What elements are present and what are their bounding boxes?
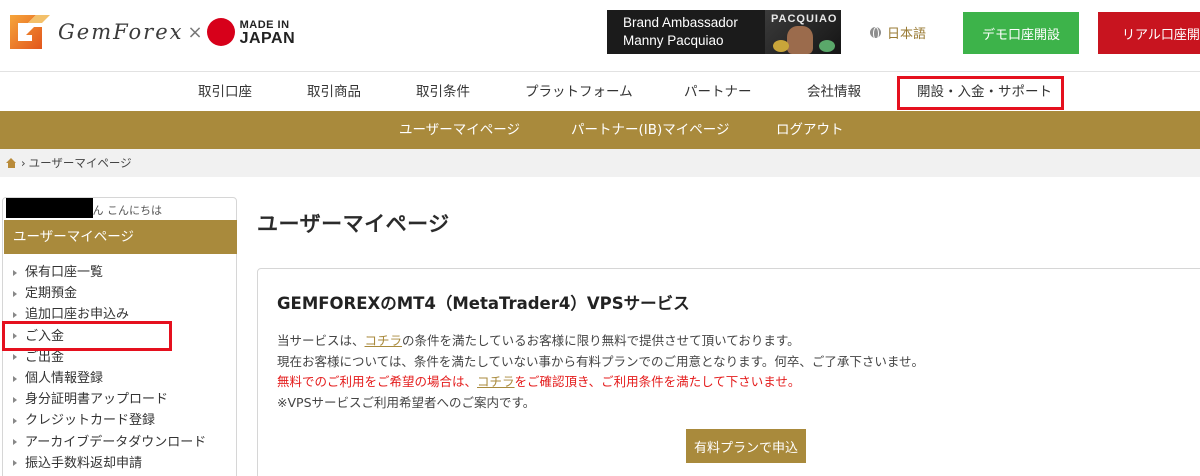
card-line-4: ※VPSサービスご利用希望者へのご案内です。 <box>277 394 536 410</box>
sidebar-item-label: 振込手数料返却申請 <box>25 455 143 471</box>
nav-platform[interactable]: プラットフォーム <box>525 72 633 112</box>
breadcrumb-current: ユーザーマイページ <box>28 156 132 170</box>
caret-right-icon <box>13 396 17 403</box>
ambassador-name: Manny Pacquiao <box>623 33 724 48</box>
demo-account-button[interactable]: デモ口座開設 <box>963 12 1079 54</box>
sidebar-item-archive-download[interactable]: アーカイブデータダウンロード <box>3 432 236 453</box>
nav-trading-products[interactable]: 取引商品 <box>307 72 361 112</box>
sidebar-item-credit-card[interactable]: クレジットカード登録 <box>3 410 236 431</box>
subnav-partner-mypage[interactable]: パートナー(IB)マイページ <box>571 111 730 149</box>
conditions-link-2[interactable]: コチラ <box>477 374 515 389</box>
vps-service-card: GEMFOREXのMT4（MetaTrader4）VPSサービス 当サービスは、… <box>257 268 1200 476</box>
logo-separator: × <box>187 21 203 43</box>
sidebar-item-label: アーカイブデータダウンロード <box>25 434 207 450</box>
card-line-1: 当サービスは、コチラの条件を満たしているお客様に限り無料で提供させて頂いておりま… <box>277 331 924 352</box>
sidebar-item-accounts[interactable]: 保有口座一覧 <box>3 262 236 283</box>
subnav-user-mypage[interactable]: ユーザーマイページ <box>399 111 520 149</box>
sub-navigation: ユーザーマイページ パートナー(IB)マイページ ログアウト <box>0 111 1200 149</box>
nav-trading-accounts[interactable]: 取引口座 <box>198 72 252 112</box>
caret-right-icon <box>13 311 17 318</box>
globe-icon <box>870 27 881 40</box>
sidebar-item-time-deposit[interactable]: 定期預金 <box>3 283 236 304</box>
page-title: ユーザーマイページ <box>257 212 450 236</box>
nav-company-info[interactable]: 会社情報 <box>807 72 861 112</box>
real-account-button[interactable]: リアル口座開設 <box>1098 12 1200 54</box>
made-in-line2: JAPAN <box>239 30 296 47</box>
subnav-logout[interactable]: ログアウト <box>776 111 844 149</box>
ambassador-photo-text: PACQUIAO <box>771 13 838 25</box>
caret-right-icon <box>13 290 17 297</box>
greeting-text: さん こんにちは <box>81 204 163 217</box>
ambassador-face <box>787 26 813 54</box>
paid-plan-apply-button[interactable]: 有料プランで申込 <box>686 429 806 463</box>
card-line-2: 現在お客様については、条件を満たしていない事から有料プランでのご用意となります。… <box>277 353 925 369</box>
redacted-username <box>6 198 93 218</box>
japan-flag-icon <box>206 18 235 46</box>
highlight-box-deposit <box>2 321 172 351</box>
line3-post: をご確認頂き、ご利用条件を満たして下さいませ。 <box>514 374 801 389</box>
site-header: GemForex × MADE IN JAPAN Brand Ambassado… <box>0 0 1200 72</box>
caret-right-icon <box>13 417 17 424</box>
made-in-japan-badge: MADE IN JAPAN <box>206 18 296 47</box>
brand-ambassador-banner[interactable]: Brand Ambassador Manny Pacquiao PACQUIAO <box>607 10 841 54</box>
card-title: GEMFOREXのMT4（MetaTrader4）VPSサービス <box>277 294 690 313</box>
highlight-box-nav-support <box>897 76 1064 110</box>
sidebar-menu: 保有口座一覧 定期預金 追加口座お申込み ご入金 ご出金 個人情報登録 身分証明… <box>3 262 236 474</box>
caret-right-icon <box>13 269 17 276</box>
sidebar-item-fee-refund[interactable]: 振込手数料返却申請 <box>3 453 236 474</box>
caret-right-icon <box>13 354 17 361</box>
nav-trading-conditions[interactable]: 取引条件 <box>416 72 470 112</box>
ambassador-title: Brand Ambassador <box>623 15 738 30</box>
championship-belt-icon <box>773 40 789 52</box>
sidebar-item-id-upload[interactable]: 身分証明書アップロード <box>3 389 236 410</box>
language-selector[interactable]: 日本語 <box>870 23 926 42</box>
sidebar-item-label: 定期預金 <box>25 286 78 302</box>
sidebar-item-label: 身分証明書アップロード <box>25 392 169 408</box>
caret-right-icon <box>13 460 17 467</box>
card-body: 当サービスは、コチラの条件を満たしているお客様に限り無料で提供させて頂いておりま… <box>277 331 924 413</box>
caret-right-icon <box>13 439 17 446</box>
card-line-3: 無料でのご利用をご希望の場合は、コチラをご確認頂き、ご利用条件を満たして下さいま… <box>277 372 924 393</box>
line3-pre: 無料でのご利用をご希望の場合は、 <box>277 374 478 389</box>
sidebar-item-label: 保有口座一覧 <box>25 265 104 280</box>
championship-belt-icon-2 <box>819 40 835 52</box>
line1-pre: 当サービスは、 <box>277 333 365 348</box>
language-label: 日本語 <box>887 27 927 42</box>
sidebar-heading: ユーザーマイページ <box>4 220 237 254</box>
sidebar-item-personal-info[interactable]: 個人情報登録 <box>3 368 236 389</box>
site-logo[interactable]: GemForex × MADE IN JAPAN <box>6 9 295 55</box>
breadcrumb: › ユーザーマイページ <box>0 149 1200 177</box>
ambassador-photo: PACQUIAO <box>765 10 841 54</box>
gemforex-logo-icon <box>10 15 50 49</box>
conditions-link[interactable]: コチラ <box>365 333 403 348</box>
line1-post: の条件を満たしているお客様に限り無料で提供させて頂いております。 <box>402 333 800 348</box>
sidebar-item-label: 個人情報登録 <box>25 370 104 386</box>
sidebar-item-label: クレジットカード登録 <box>25 413 156 429</box>
nav-partner[interactable]: パートナー <box>684 72 752 112</box>
caret-right-icon <box>13 375 17 382</box>
home-icon[interactable] <box>6 158 17 168</box>
logo-text: GemForex <box>58 20 184 44</box>
breadcrumb-separator: › <box>21 156 26 170</box>
